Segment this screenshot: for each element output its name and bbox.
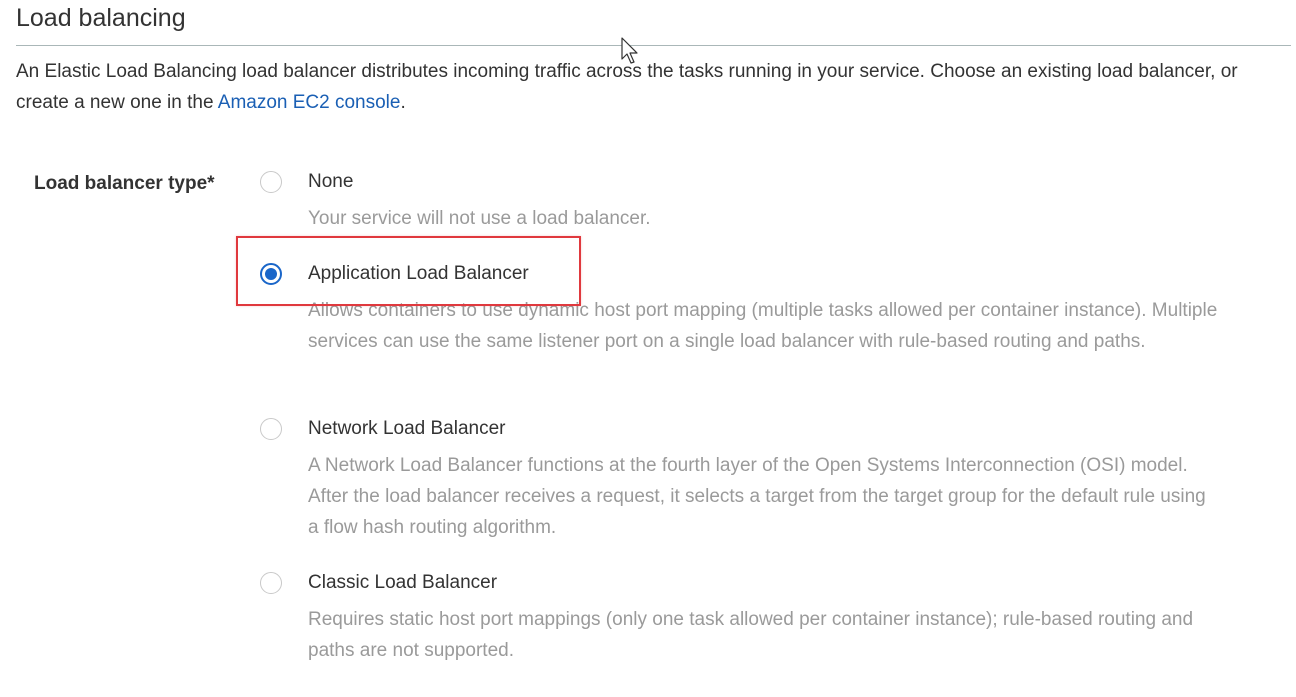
option-none-description: Your service will not use a load balance… — [308, 208, 651, 229]
option-network-load-balancer-description: A Network Load Balancer functions at the… — [308, 455, 1206, 538]
intro-paragraph: An Elastic Load Balancing load balancer … — [16, 56, 1276, 118]
option-classic-load-balancer-label[interactable]: Classic Load Balancer — [308, 570, 497, 596]
intro-text: An Elastic Load Balancing load balancer … — [16, 61, 1238, 113]
option-network-load-balancer-label[interactable]: Network Load Balancer — [308, 416, 506, 442]
option-none-label[interactable]: None — [308, 169, 353, 195]
option-classic-load-balancer-description: Requires static host port mappings (only… — [308, 609, 1194, 661]
load-balancing-section: Load balancing An Elastic Load Balancing… — [0, 0, 1296, 697]
radio-classic-load-balancer[interactable] — [260, 572, 282, 594]
option-application-load-balancer-description: Allows containers to use dynamic host po… — [308, 300, 1218, 352]
load-balancer-type-label: Load balancer type* — [34, 173, 215, 194]
radio-network-load-balancer[interactable] — [260, 418, 282, 440]
intro-text-end: . — [400, 92, 406, 113]
section-title: Load balancing — [16, 4, 186, 32]
radio-none[interactable] — [260, 171, 282, 193]
section-divider — [16, 45, 1291, 46]
option-application-load-balancer-label[interactable]: Application Load Balancer — [308, 261, 529, 287]
ec2-console-link[interactable]: Amazon EC2 console — [218, 92, 401, 113]
radio-application-load-balancer[interactable] — [260, 263, 282, 285]
